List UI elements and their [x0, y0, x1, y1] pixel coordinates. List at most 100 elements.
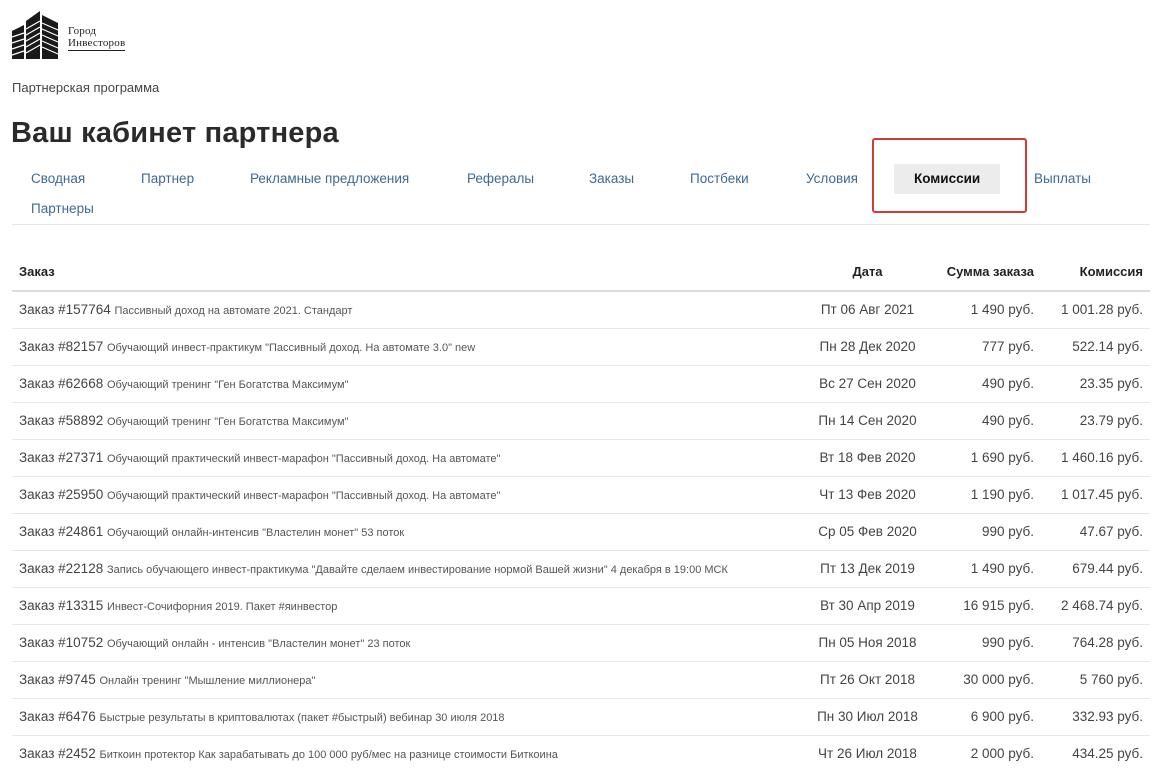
col-header-commission[interactable]: Комиссия: [1041, 253, 1150, 292]
order-sum: 1 190 руб.: [929, 476, 1041, 514]
order-number[interactable]: Заказ #22128: [19, 561, 103, 576]
table-header-row: Заказ Дата Сумма заказа Комиссия: [12, 253, 1150, 292]
table-row[interactable]: Заказ #6476 Быстрые результаты в криптов…: [12, 698, 1150, 736]
table-row[interactable]: Заказ #25950 Обучающий практический инве…: [12, 476, 1150, 514]
breadcrumb[interactable]: Партнерская программа: [12, 80, 159, 95]
order-description: Обучающий практический инвест-марафон "П…: [106, 490, 501, 502]
order-number[interactable]: Заказ #9745: [19, 672, 96, 687]
order-commission: 1 017.45 руб.: [1041, 476, 1150, 514]
order-number[interactable]: Заказ #24861: [19, 524, 103, 539]
order-commission: 679.44 руб.: [1041, 550, 1150, 588]
tab-orders[interactable]: Заказы: [589, 171, 634, 186]
logo-text: Город Инвесторов: [68, 25, 126, 51]
order-cell: Заказ #62668 Обучающий тренинг "Ген Бога…: [12, 365, 806, 403]
site-logo[interactable]: Город Инвесторов: [10, 9, 126, 59]
order-commission: 5 760 руб.: [1041, 661, 1150, 699]
order-description: Быстрые результаты в криптовалютах (паке…: [99, 712, 505, 724]
order-commission: 23.35 руб.: [1041, 365, 1150, 403]
order-sum: 16 915 руб.: [929, 587, 1041, 625]
order-description: Пассивный доход на автомате 2021. Станда…: [114, 305, 353, 318]
table-row[interactable]: Заказ #24861 Обучающий онлайн-интенсив "…: [12, 513, 1150, 551]
col-header-order[interactable]: Заказ: [12, 253, 806, 292]
tab-partner[interactable]: Партнер: [141, 171, 194, 186]
order-number[interactable]: Заказ #10752: [19, 635, 103, 650]
tab-postbacks[interactable]: Постбеки: [690, 171, 749, 186]
order-date: Пт 26 Окт 2018: [806, 661, 929, 699]
order-cell: Заказ #25950 Обучающий практический инве…: [12, 476, 806, 514]
order-description: Инвест-Сочифорния 2019. Пакет #яинвестор: [106, 601, 338, 613]
order-commission: 2 468.74 руб.: [1041, 587, 1150, 625]
order-date: Пт 13 Дек 2019: [806, 550, 929, 588]
order-description: Обучающий онлайн-интенсив "Властелин мон…: [106, 527, 405, 539]
table-row[interactable]: Заказ #82157 Обучающий инвест-практикум …: [12, 328, 1150, 366]
page-title: Ваш кабинет партнера: [11, 117, 339, 149]
table-row[interactable]: Заказ #22128 Запись обучающего инвест-пр…: [12, 550, 1150, 588]
logo-line-1: Город: [68, 25, 97, 37]
order-sum: 1 690 руб.: [929, 439, 1041, 477]
order-description: Обучающий онлайн - интенсив "Властелин м…: [106, 638, 411, 650]
order-cell: Заказ #9745 Онлайн тренинг "Мышление мил…: [12, 661, 806, 699]
order-number[interactable]: Заказ #2452: [19, 746, 96, 761]
order-sum: 2 000 руб.: [929, 735, 1041, 769]
table-row[interactable]: Заказ #10752 Обучающий онлайн - интенсив…: [12, 624, 1150, 662]
order-description: Обучающий тренинг "Ген Богатства Максиму…: [106, 416, 349, 428]
order-commission: 23.79 руб.: [1041, 402, 1150, 440]
active-tab-highlight: [872, 138, 1027, 213]
table-row[interactable]: Заказ #58892 Обучающий тренинг "Ген Бога…: [12, 402, 1150, 440]
order-description: Запись обучающего инвест-практикума "Дав…: [106, 564, 728, 576]
tab-ad-offers[interactable]: Рекламные предложения: [250, 171, 409, 186]
order-date: Пн 14 Сен 2020: [806, 402, 929, 440]
order-commission: 522.14 руб.: [1041, 328, 1150, 366]
order-cell: Заказ #6476 Быстрые результаты в криптов…: [12, 698, 806, 736]
order-sum: 990 руб.: [929, 513, 1041, 551]
table-row[interactable]: Заказ #157764 Пассивный доход на автомат…: [12, 291, 1150, 329]
order-sum: 1 490 руб.: [929, 550, 1041, 588]
order-cell: Заказ #27371 Обучающий практический инве…: [12, 439, 806, 477]
order-number[interactable]: Заказ #13315: [19, 598, 103, 613]
order-date: Пн 30 Июл 2018: [806, 698, 929, 736]
order-description: Обучающий тренинг "Ген Богатства Максиму…: [106, 379, 349, 391]
order-commission: 1 460.16 руб.: [1041, 439, 1150, 477]
order-sum: 30 000 руб.: [929, 661, 1041, 699]
commissions-table: Заказ Дата Сумма заказа Комиссия Заказ #…: [12, 253, 1150, 769]
order-cell: Заказ #58892 Обучающий тренинг "Ген Бога…: [12, 402, 806, 440]
order-cell: Заказ #157764 Пассивный доход на автомат…: [12, 291, 806, 329]
order-number[interactable]: Заказ #25950: [19, 487, 103, 502]
order-number[interactable]: Заказ #157764: [19, 302, 111, 317]
order-sum: 6 900 руб.: [929, 698, 1041, 736]
tab-payouts[interactable]: Выплаты: [1034, 171, 1091, 186]
tab-conditions[interactable]: Условия: [806, 171, 858, 186]
order-number[interactable]: Заказ #62668: [19, 376, 103, 391]
order-cell: Заказ #13315 Инвест-Сочифорния 2019. Пак…: [12, 587, 806, 625]
order-commission: 332.93 руб.: [1041, 698, 1150, 736]
order-description: Обучающий инвест-практикум "Пассивный до…: [106, 342, 476, 354]
order-description: Биткоин протектор Как зарабатывать до 10…: [99, 749, 558, 761]
order-number[interactable]: Заказ #82157: [19, 339, 103, 354]
tab-partners[interactable]: Партнеры: [31, 201, 94, 216]
table-row[interactable]: Заказ #27371 Обучающий практический инве…: [12, 439, 1150, 477]
order-date: Ср 05 Фев 2020: [806, 513, 929, 551]
tab-summary[interactable]: Сводная: [31, 171, 85, 186]
col-header-sum[interactable]: Сумма заказа: [929, 253, 1041, 292]
order-sum: 490 руб.: [929, 402, 1041, 440]
order-number[interactable]: Заказ #27371: [19, 450, 103, 465]
order-cell: Заказ #82157 Обучающий инвест-практикум …: [12, 328, 806, 366]
table-row[interactable]: Заказ #9745 Онлайн тренинг "Мышление мил…: [12, 661, 1150, 699]
order-date: Чт 13 Фев 2020: [806, 476, 929, 514]
logo-line-2: Инвесторов: [68, 37, 126, 51]
table-row[interactable]: Заказ #2452 Биткоин протектор Как зараба…: [12, 735, 1150, 769]
order-cell: Заказ #22128 Запись обучающего инвест-пр…: [12, 550, 806, 588]
tab-referrals[interactable]: Рефералы: [467, 171, 534, 186]
order-date: Пт 06 Авг 2021: [806, 291, 929, 329]
order-commission: 764.28 руб.: [1041, 624, 1150, 662]
order-date: Чт 26 Июл 2018: [806, 735, 929, 769]
col-header-date[interactable]: Дата: [806, 253, 929, 292]
order-sum: 1 490 руб.: [929, 291, 1041, 329]
order-sum: 777 руб.: [929, 328, 1041, 366]
order-date: Пн 05 Ноя 2018: [806, 624, 929, 662]
table-row[interactable]: Заказ #13315 Инвест-Сочифорния 2019. Пак…: [12, 587, 1150, 625]
order-date: Вт 18 Фев 2020: [806, 439, 929, 477]
table-row[interactable]: Заказ #62668 Обучающий тренинг "Ген Бога…: [12, 365, 1150, 403]
order-number[interactable]: Заказ #58892: [19, 413, 103, 428]
order-number[interactable]: Заказ #6476: [19, 709, 96, 724]
